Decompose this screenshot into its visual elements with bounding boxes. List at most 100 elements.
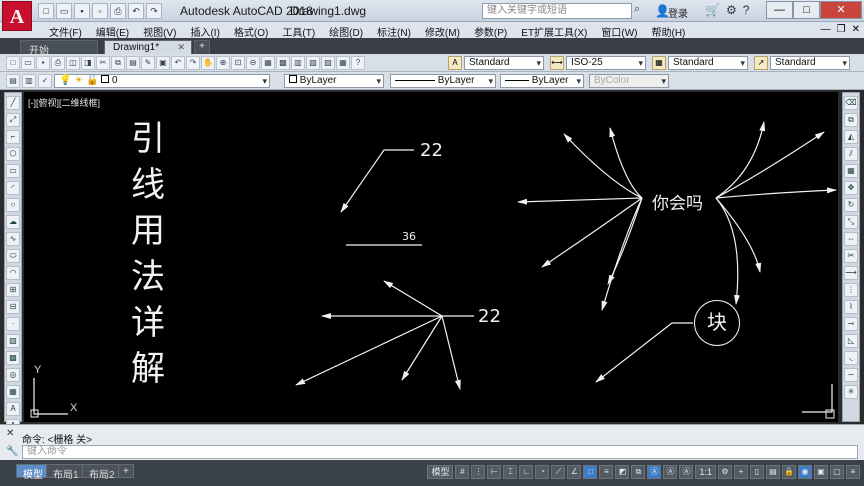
ellipse-arc-icon[interactable]: ◠: [6, 266, 20, 280]
design-center-icon[interactable]: ▩: [276, 56, 290, 70]
undo-icon[interactable]: ↶: [171, 56, 185, 70]
close-button[interactable]: ✕: [820, 1, 862, 19]
table-style-select[interactable]: Standard: [668, 56, 748, 70]
cut-icon[interactable]: ✂: [96, 56, 110, 70]
leader-text-center[interactable]: 你会吗: [652, 189, 703, 214]
object-snap-icon[interactable]: □: [583, 465, 598, 479]
help-icon[interactable]: ?: [743, 3, 750, 17]
menu-insert[interactable]: 插入(I): [183, 24, 226, 39]
text-style-select[interactable]: Standard: [464, 56, 544, 70]
model-space-button[interactable]: 模型: [427, 465, 454, 479]
infer-constraints-icon[interactable]: ⊢: [487, 465, 502, 479]
leader-text-top[interactable]: 22: [420, 140, 443, 161]
mtext-icon[interactable]: A: [6, 402, 20, 416]
table-style-icon[interactable]: ▦: [652, 56, 666, 70]
undo-icon[interactable]: ↶: [128, 3, 144, 19]
menu-format[interactable]: 格式(O): [227, 24, 275, 39]
doc-restore-icon[interactable]: ❐: [837, 24, 846, 35]
drawing-canvas[interactable]: [-][俯视][二维线框] 引 线 用 法 详 解 22 36 22 你会吗 块…: [24, 92, 838, 422]
block-circle-text[interactable]: 块: [694, 300, 740, 346]
dimension-text[interactable]: 36: [402, 230, 416, 243]
object-snap-tracking-icon[interactable]: ∠: [567, 465, 582, 479]
rotate-icon[interactable]: ↻: [844, 198, 858, 212]
menu-dimension[interactable]: 标注(N): [370, 24, 418, 39]
layer-state-icon[interactable]: ▥: [22, 74, 36, 88]
tool-palettes-icon[interactable]: ▥: [291, 56, 305, 70]
rectangle-icon[interactable]: ▭: [6, 164, 20, 178]
extend-icon[interactable]: ⟶: [844, 266, 858, 280]
line-icon[interactable]: ╱: [6, 96, 20, 110]
publish-icon[interactable]: ◨: [81, 56, 95, 70]
minimize-button[interactable]: —: [766, 1, 793, 19]
lineweight-icon[interactable]: ≡: [599, 465, 614, 479]
save-icon[interactable]: ▪: [74, 3, 90, 19]
zoom-realtime-icon[interactable]: ⊕: [216, 56, 230, 70]
exchange-icon[interactable]: ⚙: [726, 3, 737, 17]
break-icon[interactable]: ⌇: [844, 300, 858, 314]
break-at-point-icon[interactable]: ⋮: [844, 283, 858, 297]
dim-style-select[interactable]: ISO-25: [566, 56, 646, 70]
isodraft-icon[interactable]: ⟋: [551, 465, 566, 479]
selection-cycling-icon[interactable]: ⧉: [631, 465, 646, 479]
binoculars-icon[interactable]: ⌕: [634, 3, 648, 19]
tab-layout2[interactable]: 布局2: [82, 464, 122, 481]
properties-icon[interactable]: ▦: [261, 56, 275, 70]
sheet-set-icon[interactable]: ▧: [306, 56, 320, 70]
new-icon[interactable]: □: [6, 56, 20, 70]
tab-layout1[interactable]: 布局1: [46, 464, 86, 481]
menu-parametric[interactable]: 参数(P): [467, 24, 514, 39]
annotation-scale-icon[interactable]: Ⓐ: [679, 465, 694, 479]
annotation-monitor-icon[interactable]: +: [734, 465, 748, 479]
maximize-button[interactable]: □: [793, 1, 820, 19]
zoom-window-icon[interactable]: ⊡: [231, 56, 245, 70]
region-icon[interactable]: ◎: [6, 368, 20, 382]
saveas-icon[interactable]: ▫: [92, 3, 108, 19]
linetype-select[interactable]: ByLayer: [390, 74, 496, 88]
doc-minimize-icon[interactable]: —: [821, 24, 831, 35]
open-icon[interactable]: ▭: [21, 56, 35, 70]
zoom-previous-icon[interactable]: ⊖: [246, 56, 260, 70]
lock-ui-icon[interactable]: 🔒: [782, 465, 796, 479]
arc-icon[interactable]: ◜: [6, 181, 20, 195]
erase-icon[interactable]: ⌫: [844, 96, 858, 110]
print-icon[interactable]: ⎙: [51, 56, 65, 70]
preview-icon[interactable]: ◫: [66, 56, 80, 70]
stretch-icon[interactable]: ⇔: [844, 232, 858, 246]
autocad-logo[interactable]: A: [2, 1, 32, 31]
print-icon[interactable]: ⎙: [110, 3, 126, 19]
dim-style-icon[interactable]: ⟷: [550, 56, 564, 70]
insert-block-icon[interactable]: ⊞: [6, 283, 20, 297]
menu-file[interactable]: 文件(F): [42, 24, 89, 39]
redo-icon[interactable]: ↷: [186, 56, 200, 70]
pan-icon[interactable]: ✋: [201, 56, 215, 70]
menu-modify[interactable]: 修改(M): [418, 24, 467, 39]
redo-icon[interactable]: ↷: [146, 3, 162, 19]
mleader-style-icon[interactable]: ↗: [754, 56, 768, 70]
array-icon[interactable]: ▦: [844, 164, 858, 178]
annotation-scale-value[interactable]: 1:1: [695, 465, 716, 479]
offset-icon[interactable]: ⫽: [844, 147, 858, 161]
calculator-icon[interactable]: ▦: [336, 56, 350, 70]
polygon-icon[interactable]: ⬠: [6, 147, 20, 161]
clean-screen-icon[interactable]: ▢: [830, 465, 844, 479]
spline-icon[interactable]: ∿: [6, 232, 20, 246]
join-icon[interactable]: ⊸: [844, 317, 858, 331]
text-style-icon[interactable]: A: [448, 56, 462, 70]
login-link[interactable]: 登录: [668, 5, 688, 20]
close-icon[interactable]: ✕: [6, 428, 14, 439]
isolate-objects-icon[interactable]: ◉: [798, 465, 812, 479]
plotstyle-select[interactable]: ByColor: [589, 74, 669, 88]
markup-icon[interactable]: ▨: [321, 56, 335, 70]
snap-icon[interactable]: ⋮: [471, 465, 486, 479]
paste-icon[interactable]: ▤: [126, 56, 140, 70]
help-icon[interactable]: ?: [351, 56, 365, 70]
cart-icon[interactable]: 🛒: [705, 3, 720, 17]
menu-tools[interactable]: 工具(T): [275, 24, 322, 39]
annotation-visibility-icon[interactable]: Ⓐ: [647, 465, 662, 479]
trim-icon[interactable]: ✂: [844, 249, 858, 263]
tab-drawing1[interactable]: Drawing1* ✕: [104, 40, 192, 54]
dynamic-input-icon[interactable]: ⌶: [503, 465, 518, 479]
gradient-icon[interactable]: ▩: [6, 351, 20, 365]
hatch-icon[interactable]: ▨: [6, 334, 20, 348]
copy-icon[interactable]: ⧉: [111, 56, 125, 70]
